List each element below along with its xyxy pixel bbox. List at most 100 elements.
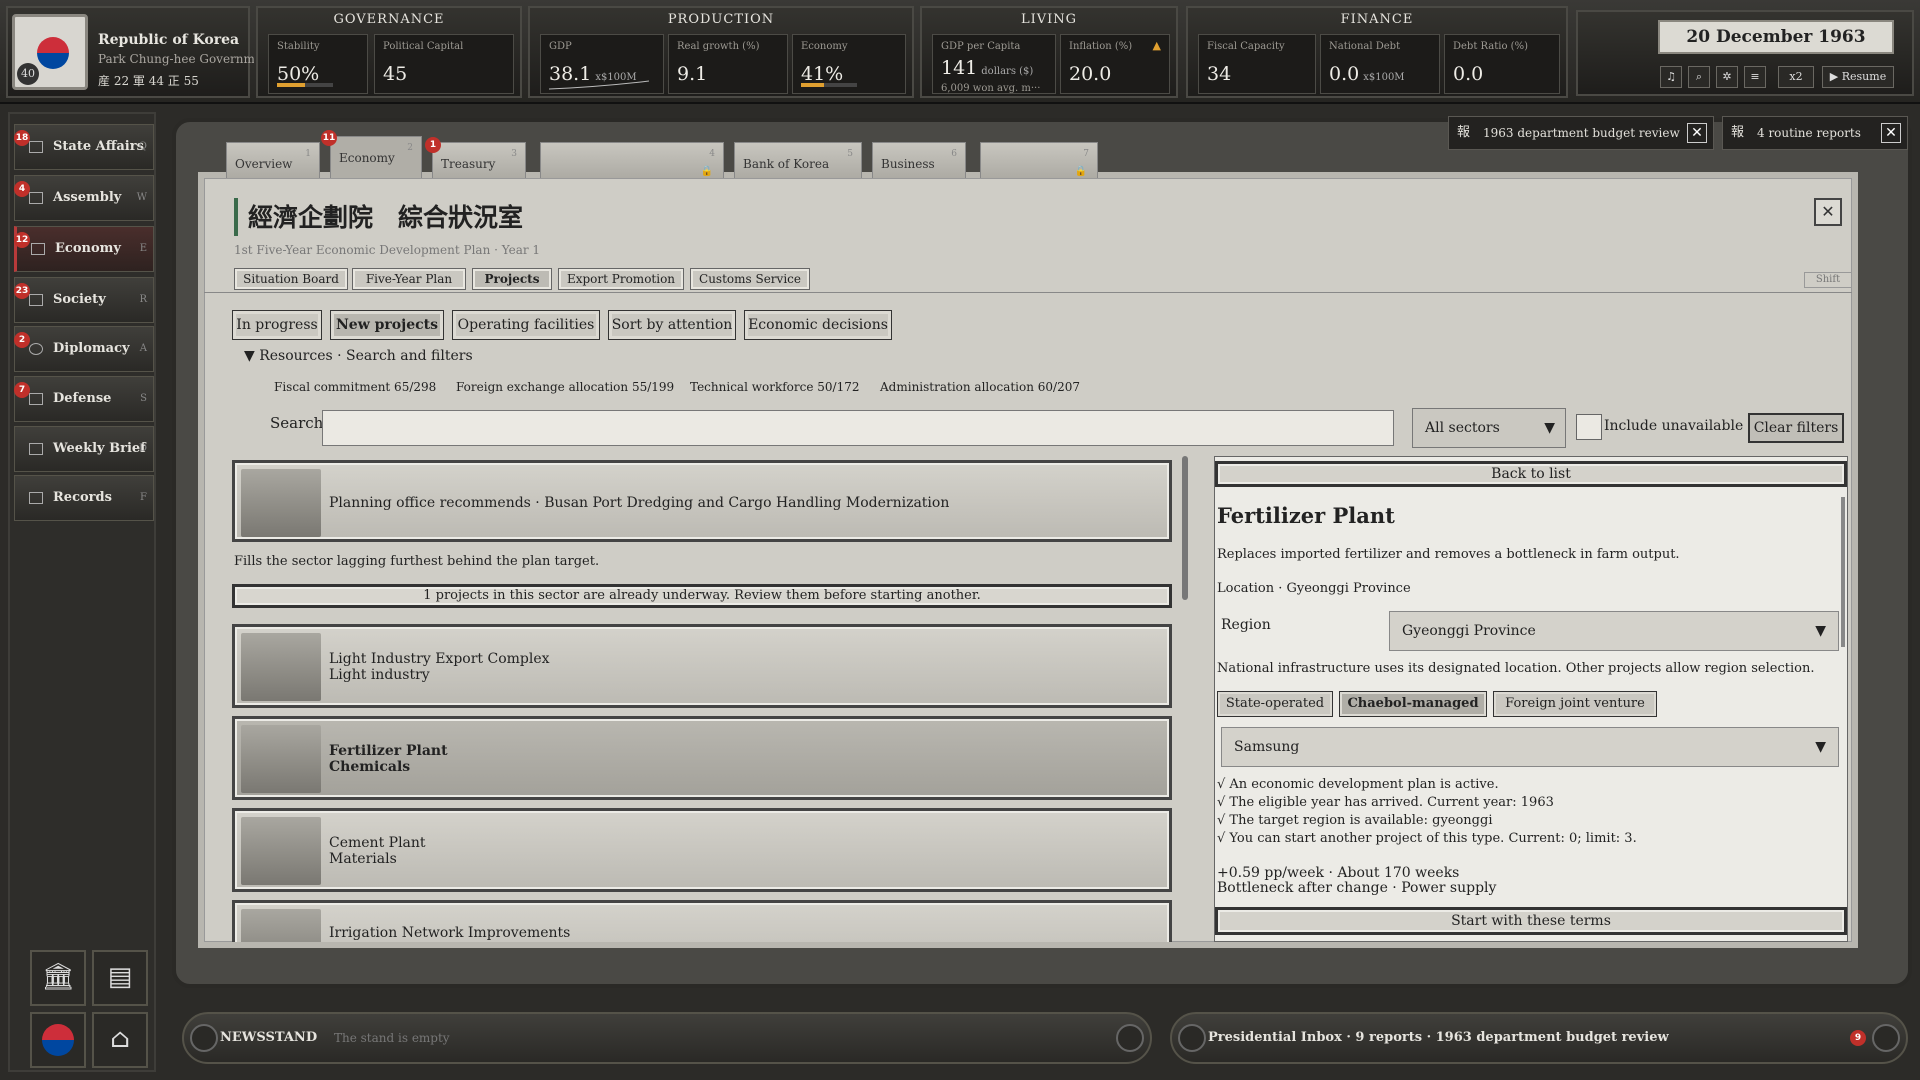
stability-value: 50% (277, 63, 320, 85)
flag-emblem[interactable]: 40 (12, 14, 88, 90)
gdp-per-capita-stat[interactable]: GDP per Capita 141 dollars ($) 6,009 won … (932, 34, 1056, 94)
capacity-value: 34 (1207, 63, 1232, 85)
sidebar-item-records[interactable]: Records F (14, 475, 154, 521)
settings-icon[interactable]: ✲ (1716, 66, 1738, 88)
search-input[interactable] (322, 410, 1394, 446)
list-item[interactable]: Light Industry Export Complex Light indu… (232, 624, 1172, 708)
include-unavailable-checkbox[interactable] (1576, 414, 1602, 440)
project-effect: +0.59 pp/week · About 170 weeks (1217, 865, 1460, 881)
tank-icon (29, 393, 43, 405)
port-cranes-icon (241, 469, 321, 537)
ownership-state-operated[interactable]: State-operated (1217, 691, 1333, 717)
filter-sort-by-attention[interactable]: Sort by attention (608, 310, 736, 340)
region-select[interactable]: Gyeonggi Province ▼ (1389, 611, 1839, 651)
map-icon[interactable]: ⌂ (92, 1012, 148, 1068)
sidebar-item-weekly-brief[interactable]: Weekly Brief D (14, 426, 154, 472)
national-debt-stat[interactable]: National Debt 0.0 x$100M (1320, 34, 1440, 94)
sector-select[interactable]: All sectors ▼ (1412, 408, 1566, 448)
project-name: Irrigation Network Improvements (329, 925, 571, 941)
growth-stat[interactable]: Real growth (%) 9.1 (668, 34, 788, 94)
tab-label: Treasury (441, 157, 496, 171)
chevron-down-icon: ▼ (1544, 420, 1555, 436)
list-item[interactable]: Cement Plant Materials (232, 808, 1172, 892)
economy-stat[interactable]: Economy 41% (792, 34, 906, 94)
back-to-list-button[interactable]: Back to list (1215, 461, 1847, 487)
close-icon[interactable]: ✕ (1814, 198, 1842, 226)
filters-section-toggle[interactable]: ▼ Resources · Search and filters (244, 348, 473, 364)
subtab-customs-service[interactable]: Customs Service (690, 268, 810, 290)
list-scrollbar[interactable] (1182, 456, 1188, 600)
filter-new-projects[interactable]: New projects (330, 310, 444, 340)
nation-stats: 産 22 軍 44 正 55 (98, 74, 199, 88)
sidebar-item-society[interactable]: Society R (14, 277, 154, 323)
ownership-foreign-joint-venture[interactable]: Foreign joint venture (1493, 691, 1657, 717)
ownership-chaebol-managed[interactable]: Chaebol-managed (1339, 691, 1487, 717)
sidebar-item-label: Diplomacy (53, 341, 130, 356)
company-select[interactable]: Samsung ▼ (1221, 727, 1839, 767)
gdp-label: GDP (549, 41, 572, 52)
sidebar-item-defense[interactable]: Defense S (14, 376, 154, 422)
detail-scrollbar[interactable] (1841, 497, 1845, 647)
menu-icon[interactable]: ≡ (1744, 66, 1766, 88)
subtab-projects[interactable]: Projects (472, 268, 552, 290)
filter-operating-facilities[interactable]: Operating facilities (452, 310, 600, 340)
political-capital-stat[interactable]: Political Capital 45 (374, 34, 514, 94)
tab-hotkey: 4 (709, 149, 715, 159)
hotkey: W (136, 192, 147, 203)
stability-stat[interactable]: Stability 50% (268, 34, 368, 94)
tab-economy[interactable]: Economy 2 (330, 136, 422, 184)
notification-budget-review[interactable]: 報 1963 department budget review ✕ (1448, 116, 1714, 150)
list-item[interactable]: Irrigation Network Improvements (232, 900, 1172, 942)
subtab-situation-board[interactable]: Situation Board (234, 268, 348, 290)
project-sector: Chemicals (329, 759, 411, 775)
current-date[interactable]: 20 December 1963 (1658, 20, 1894, 54)
start-project-button[interactable]: Start with these terms (1215, 907, 1847, 935)
clear-filters-button[interactable]: Clear filters (1748, 413, 1844, 443)
inflation-stat[interactable]: Inflation (%) 20.0 ▲ (1060, 34, 1170, 94)
subtab-five-year-plan[interactable]: Five-Year Plan (352, 268, 466, 290)
governance-title: GOVERNANCE (333, 12, 445, 27)
debt-value: 0.0 x$100M (1329, 63, 1405, 85)
list-item-selected[interactable]: Fertilizer Plant Chemicals (232, 716, 1172, 800)
music-icon[interactable]: ♫ (1660, 66, 1682, 88)
sidebar-badge: 18 (14, 130, 30, 146)
requirement-check: √ The eligible year has arrived. Current… (1217, 795, 1554, 810)
nation-panel[interactable]: 40 Republic of Korea Park Chung-hee Gove… (6, 6, 254, 98)
filter-economic-decisions[interactable]: Economic decisions (744, 310, 892, 340)
globe-icon (29, 343, 43, 355)
hotkey: D (138, 443, 147, 454)
government-name: Park Chung-hee Government (98, 52, 254, 66)
filter-in-progress[interactable]: In progress (232, 310, 322, 340)
chart-icon (31, 243, 45, 255)
resume-button[interactable]: ▶ Resume (1822, 66, 1894, 88)
knob-icon (1872, 1024, 1900, 1052)
close-icon[interactable]: ✕ (1881, 123, 1901, 143)
fiscal-capacity-stat[interactable]: Fiscal Capacity 34 (1198, 34, 1316, 94)
subtab-export-promotion[interactable]: Export Promotion (558, 268, 684, 290)
presidential-inbox-bar[interactable]: Presidential Inbox · 9 reports · 1963 de… (1170, 1012, 1908, 1064)
search-icon[interactable]: ⌕ (1688, 66, 1710, 88)
close-icon[interactable]: ✕ (1687, 123, 1707, 143)
lock-icon: 🔒 (700, 166, 713, 177)
speed-button[interactable]: x2 (1778, 66, 1814, 88)
capitol-icon[interactable]: 🏛 (30, 950, 86, 1006)
chevron-down-icon: ▼ (1815, 623, 1826, 639)
sidebar-item-economy[interactable]: Economy E (14, 226, 154, 272)
project-name: Cement Plant (329, 835, 426, 851)
tab-badge: 1 (425, 137, 441, 153)
sidebar-item-assembly[interactable]: Assembly W (14, 175, 154, 221)
debt-ratio-stat[interactable]: Debt Ratio (%) 0.0 (1444, 34, 1560, 94)
sidebar-item-diplomacy[interactable]: Diplomacy A (14, 326, 154, 372)
knob-icon (1116, 1024, 1144, 1052)
newspaper-icon[interactable]: ▤ (92, 950, 148, 1006)
sidebar-item-state-affairs[interactable]: State Affairs Q (14, 124, 154, 170)
notification-routine-reports[interactable]: 報 4 routine reports ✕ (1722, 116, 1908, 150)
notification-text: 4 routine reports (1757, 126, 1861, 140)
date-panel: 20 December 1963 ♫ ⌕ ✲ ≡ x2 ▶ Resume (1576, 10, 1914, 96)
sidebar-item-label: Society (53, 292, 106, 307)
recommendation-card[interactable]: Planning office recommends · Busan Port … (232, 460, 1172, 542)
gdp-stat[interactable]: GDP 38.1 x$100M (540, 34, 664, 94)
taegeuk-icon[interactable] (30, 1012, 86, 1068)
newsstand-bar[interactable]: NEWSSTAND The stand is empty (182, 1012, 1152, 1064)
resource-foreign-exchange: Foreign exchange allocation 55/199 (456, 380, 675, 394)
